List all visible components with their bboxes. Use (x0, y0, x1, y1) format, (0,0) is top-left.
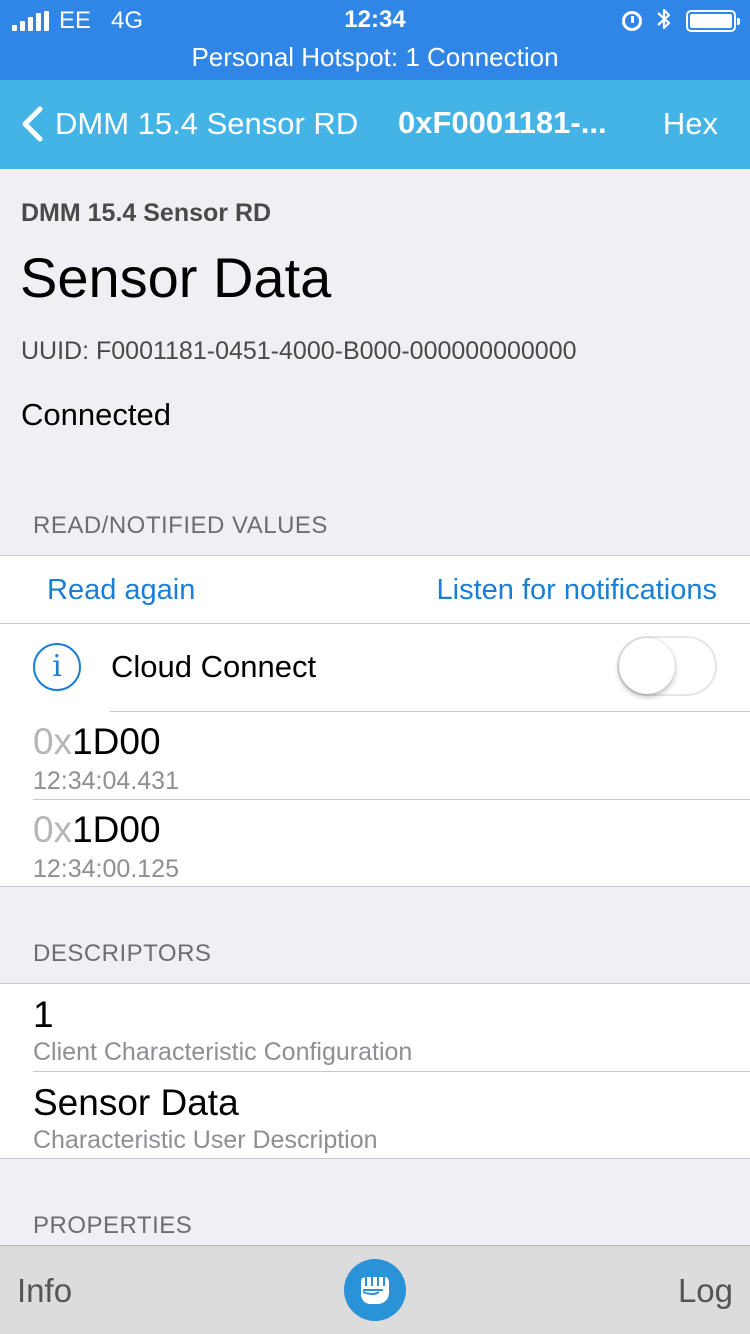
connection-status: Connected (21, 397, 171, 432)
cloud-connect-row: i Cloud Connect (0, 623, 750, 711)
tab-info[interactable]: Info (17, 1272, 72, 1310)
actions-row: Read again Listen for notifications (0, 556, 750, 623)
value-text: 0x1D00 (33, 809, 161, 851)
page-title: Sensor Data (20, 246, 332, 309)
descriptor-name: Client Characteristic Configuration (33, 1038, 413, 1066)
value-timestamp: 12:34:04.431 (33, 767, 179, 795)
tab-bar: Info Log (0, 1245, 750, 1334)
back-button[interactable]: DMM 15.4 Sensor RD (55, 106, 358, 142)
info-icon[interactable]: i (33, 643, 81, 691)
device-name: DMM 15.4 Sensor RD (21, 199, 272, 227)
section-header-properties: PROPERTIES (33, 1212, 193, 1239)
hex-button[interactable]: Hex (663, 106, 718, 142)
list-item[interactable]: 1 Client Characteristic Configuration (0, 984, 750, 1072)
value-text: 0x1D00 (33, 721, 161, 763)
list-item: 0x1D00 12:34:00.125 (0, 799, 750, 887)
read-again-button[interactable]: Read again (47, 574, 195, 607)
descriptor-value: 1 (33, 994, 54, 1035)
descriptors-group: 1 Client Characteristic Configuration Se… (0, 983, 750, 1159)
hotspot-banner[interactable]: Personal Hotspot: 1 Connection (0, 42, 750, 73)
value-hex: 1D00 (72, 809, 161, 850)
descriptor-value: Sensor Data (33, 1082, 239, 1123)
value-timestamp: 12:34:00.125 (33, 855, 179, 883)
battery-icon (686, 10, 740, 32)
alarm-icon (622, 11, 642, 31)
listen-notifications-button[interactable]: Listen for notifications (437, 574, 717, 607)
status-right (622, 7, 740, 35)
cloud-connect-toggle[interactable] (617, 636, 717, 696)
section-header-descriptors: DESCRIPTORS (33, 940, 212, 967)
back-chevron-icon[interactable] (20, 106, 44, 142)
nav-title: 0xF0001181-... (398, 105, 607, 140)
list-item[interactable]: Sensor Data Characteristic User Descript… (0, 1072, 750, 1160)
hex-prefix: 0x (33, 809, 73, 850)
list-item: 0x1D00 12:34:04.431 (0, 711, 750, 799)
descriptor-name: Characteristic User Description (33, 1126, 378, 1154)
uuid-label: UUID: F0001181-0451-4000-B000-0000000000… (21, 337, 577, 365)
cloud-connect-label: Cloud Connect (111, 649, 317, 684)
value-hex: 1D00 (72, 721, 161, 762)
tab-log[interactable]: Log (678, 1272, 733, 1310)
hex-prefix: 0x (33, 721, 73, 762)
characteristic-header: DMM 15.4 Sensor RD Sensor Data UUID: F00… (0, 169, 750, 469)
section-header-values: READ/NOTIFIED VALUES (33, 512, 328, 539)
bluetooth-icon (656, 7, 672, 35)
fist-logo-icon[interactable] (344, 1259, 406, 1321)
status-bar: EE 4G 12:34 Personal Hotspot: 1 Connecti… (0, 0, 750, 80)
navigation-bar: DMM 15.4 Sensor RD 0xF0001181-... Hex (0, 80, 750, 169)
values-group: Read again Listen for notifications i Cl… (0, 555, 750, 887)
